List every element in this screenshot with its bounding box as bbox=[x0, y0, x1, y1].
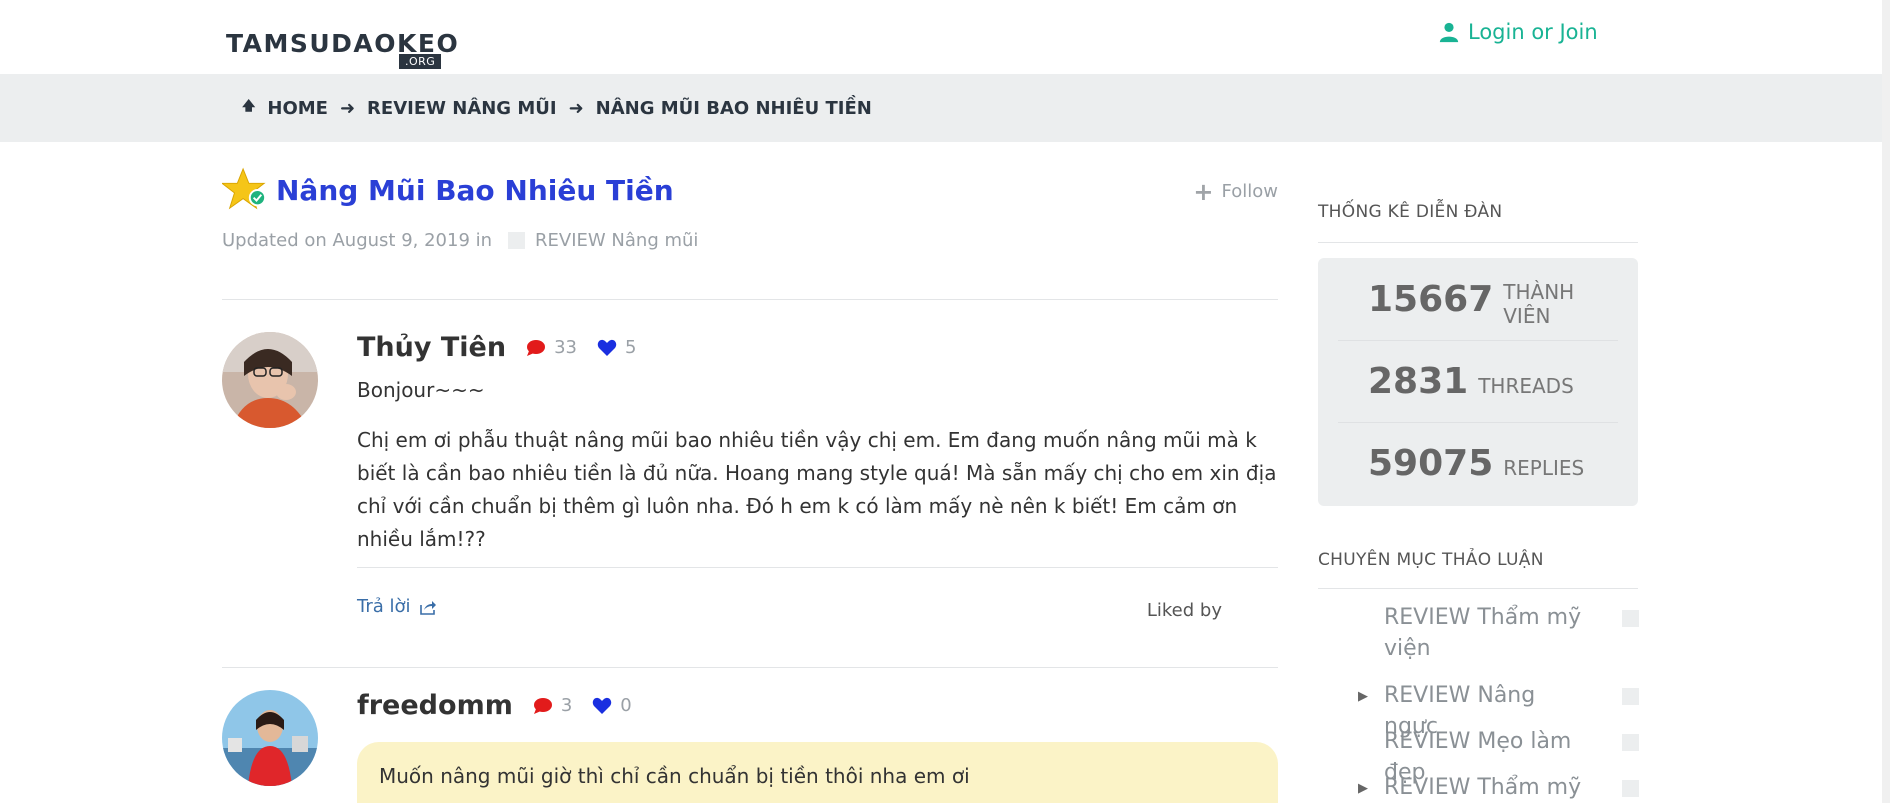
comment-count: 33 bbox=[526, 337, 577, 358]
stat-replies: 59075 REPLIES bbox=[1338, 422, 1618, 504]
author-name[interactable]: Thủy Tiên bbox=[357, 332, 506, 363]
post-greeting: Bonjour~~~ bbox=[357, 378, 485, 402]
user-icon bbox=[1439, 22, 1459, 43]
divider bbox=[222, 299, 1278, 300]
follow-label: Follow bbox=[1221, 181, 1278, 202]
thread-title: Nâng Mũi Bao Nhiêu Tiền bbox=[276, 173, 674, 207]
categories-heading: CHUYÊN MỤC THẢO LUẬN bbox=[1318, 550, 1544, 570]
stat-threads: 2831 THREADS bbox=[1338, 340, 1618, 422]
thread-main: Nâng Mũi Bao Nhiêu Tiền + Follow Updated… bbox=[222, 142, 1278, 803]
reply-label: Trả lời bbox=[357, 596, 411, 617]
like-count-value: 5 bbox=[624, 337, 637, 358]
star-icon bbox=[222, 167, 267, 210]
home-arrow-icon: 🡅 bbox=[242, 99, 256, 114]
like-count-value: 0 bbox=[620, 695, 632, 716]
breadcrumb-home[interactable]: HOME bbox=[267, 98, 328, 119]
follow-button[interactable]: + Follow bbox=[1193, 177, 1278, 206]
post-body-highlight: Muốn nâng mũi giờ thì chỉ cần chuẩn bị t… bbox=[357, 742, 1278, 803]
avatar[interactable] bbox=[222, 690, 318, 786]
stat-members: 15667 THÀNH VIÊN bbox=[1338, 258, 1618, 340]
comment-count-value: 3 bbox=[560, 695, 573, 716]
stat-number: 59075 bbox=[1368, 442, 1494, 484]
avatar-image bbox=[222, 690, 318, 786]
arrow-right-icon: ➜ bbox=[568, 97, 584, 119]
stat-number: 2831 bbox=[1368, 360, 1469, 402]
login-label: Login or Join bbox=[1468, 20, 1598, 44]
post-header: Thủy Tiên 33 5 bbox=[357, 332, 636, 363]
thread-title-row: Nâng Mũi Bao Nhiêu Tiền bbox=[222, 167, 674, 213]
site-header: TAMSUDAOKEO .ORG Login or Join bbox=[0, 0, 1890, 74]
category-label: REVIEW Thẩm mỹ bbox=[1384, 775, 1582, 800]
like-count: 5 bbox=[597, 337, 636, 358]
updated-date: Updated on August 9, 2019 in bbox=[222, 230, 493, 251]
thread-meta: Updated on August 9, 2019 in REVIEW Nâng… bbox=[222, 230, 698, 251]
heart-icon bbox=[593, 697, 612, 714]
category-color-icon bbox=[1622, 734, 1639, 751]
like-count: 0 bbox=[592, 695, 632, 716]
forum-stats: 15667 THÀNH VIÊN 2831 THREADS 59075 REPL… bbox=[1318, 258, 1638, 506]
stat-label: THREADS bbox=[1478, 374, 1574, 398]
heart-icon bbox=[597, 339, 617, 356]
breadcrumb-current[interactable]: NÂNG MŨI BAO NHIÊU TIỀN bbox=[596, 98, 872, 119]
category-color-icon bbox=[1622, 780, 1639, 797]
category-color-icon bbox=[1622, 610, 1639, 627]
category-label: REVIEW Thẩm mỹ viện bbox=[1384, 605, 1582, 661]
comment-count-value: 33 bbox=[554, 337, 577, 358]
stat-label: THÀNH VIÊN bbox=[1503, 280, 1575, 328]
comment-icon bbox=[527, 339, 546, 356]
category-color-icon bbox=[508, 232, 526, 249]
stats-heading: THỐNG KÊ DIỄN ĐÀN bbox=[1318, 202, 1503, 222]
scrollbar[interactable] bbox=[1882, 0, 1890, 803]
avatar-image bbox=[222, 332, 318, 428]
breadcrumb-review-nang-mui[interactable]: REVIEW NÂNG MŨI bbox=[367, 98, 557, 119]
divider bbox=[1318, 242, 1638, 243]
author-name[interactable]: freedomm bbox=[357, 690, 513, 721]
avatar[interactable] bbox=[222, 332, 318, 428]
breadcrumb: 🡅 HOME ➜ REVIEW NÂNG MŨI ➜ NÂNG MŨI BAO … bbox=[242, 74, 872, 142]
arrow-right-icon: ➜ bbox=[339, 97, 356, 119]
category-link[interactable]: REVIEW Nâng mũi bbox=[535, 230, 698, 251]
category-color-icon bbox=[1622, 688, 1639, 705]
reply-button[interactable]: Trả lời bbox=[357, 596, 437, 617]
caret-right-icon[interactable]: ▶ bbox=[1358, 781, 1368, 796]
comment-count: 3 bbox=[533, 695, 572, 716]
stat-number: 15667 bbox=[1368, 278, 1494, 320]
liked-by: Liked by bbox=[1146, 600, 1222, 621]
login-join-link[interactable]: Login or Join bbox=[1438, 20, 1598, 44]
comment-icon bbox=[533, 697, 552, 714]
logo-suffix: .ORG bbox=[399, 54, 442, 69]
stat-label: REPLIES bbox=[1503, 456, 1585, 480]
caret-right-icon[interactable]: ▶ bbox=[1358, 689, 1368, 704]
share-icon bbox=[419, 600, 436, 615]
plus-icon: + bbox=[1193, 177, 1214, 206]
divider bbox=[222, 667, 1278, 668]
site-logo[interactable]: TAMSUDAOKEO .ORG bbox=[226, 30, 459, 69]
post-body: Chị em ơi phẫu thuật nâng mũi bao nhiêu … bbox=[357, 428, 1277, 551]
divider bbox=[357, 567, 1278, 568]
post-header: freedomm 3 0 bbox=[357, 690, 632, 721]
divider bbox=[1318, 588, 1638, 589]
breadcrumb-bar: 🡅 HOME ➜ REVIEW NÂNG MŨI ➜ NÂNG MŨI BAO … bbox=[0, 74, 1890, 142]
